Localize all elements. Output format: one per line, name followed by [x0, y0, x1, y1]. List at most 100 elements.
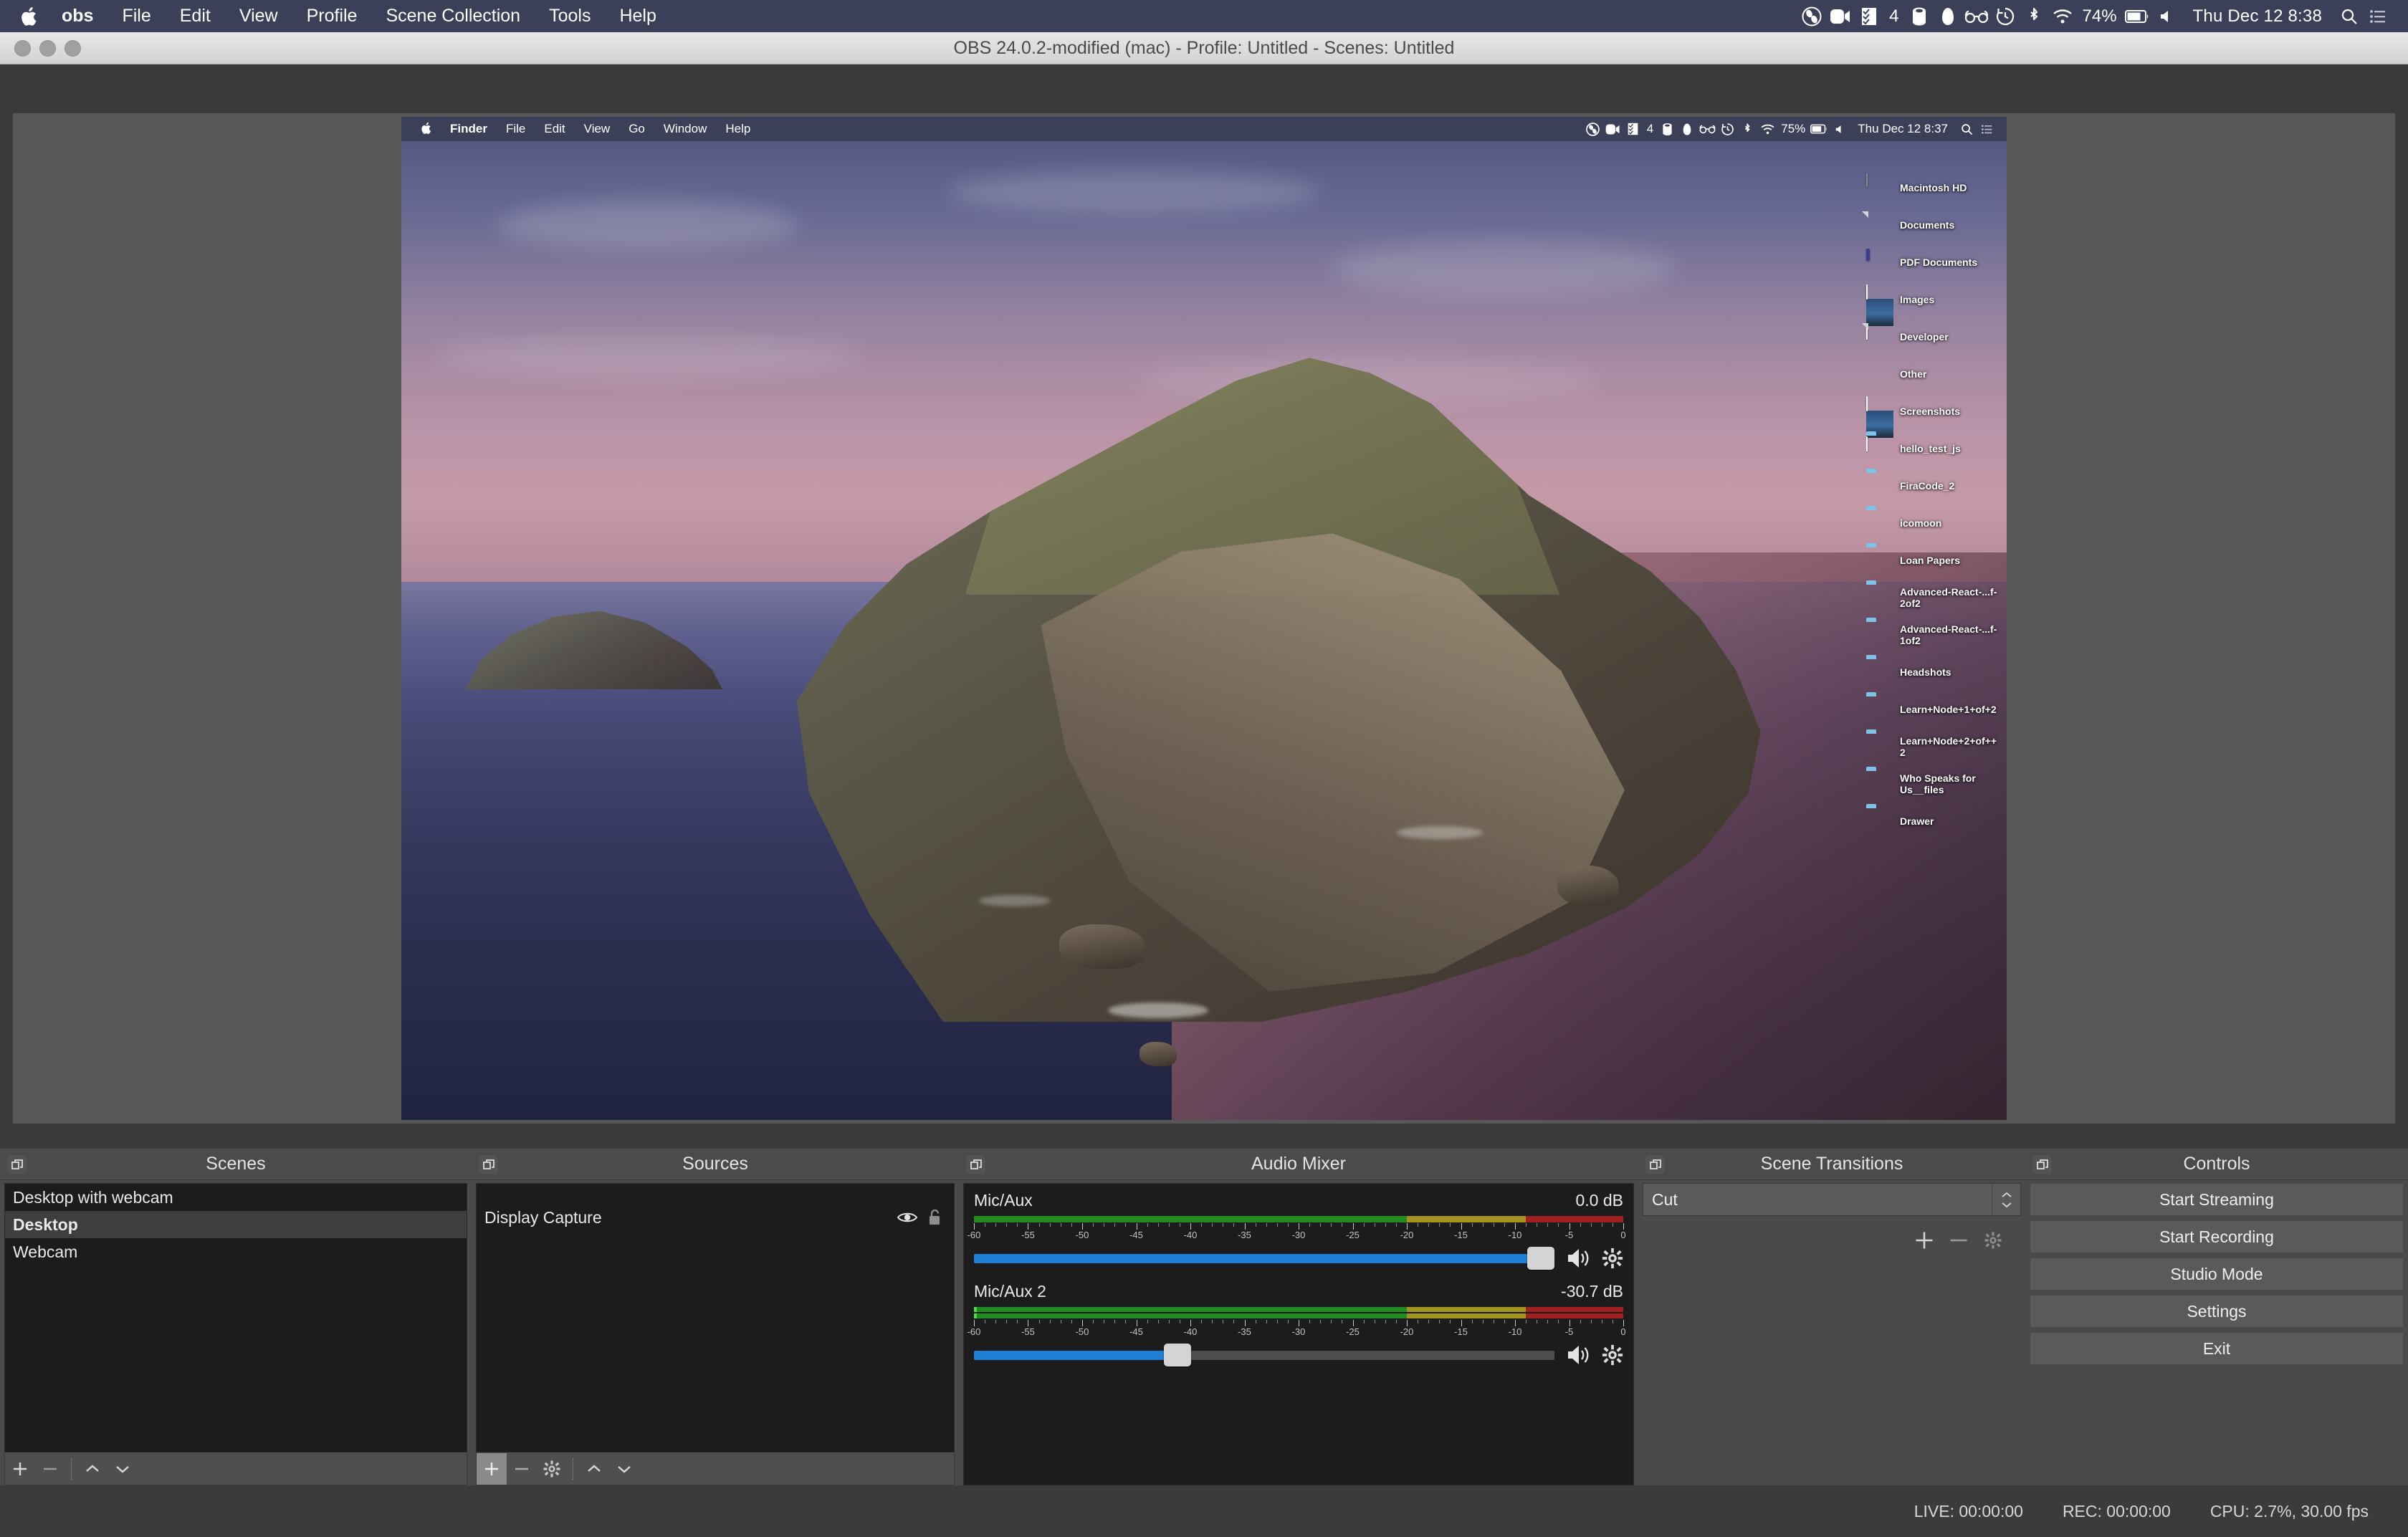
sources-list[interactable]: Display Capture	[476, 1183, 955, 1452]
float-window-icon[interactable]	[479, 1155, 498, 1174]
mac-menu-item-view[interactable]: View	[225, 0, 292, 32]
move-scene-up-button[interactable]	[77, 1453, 108, 1485]
float-window-icon[interactable]	[7, 1155, 27, 1174]
desktop-icon-learn-node-1of2[interactable]: Learn+Node+1+of+2	[1866, 694, 1998, 724]
meter-tick-minor	[1266, 1223, 1267, 1227]
meter-tick-label: -40	[1183, 1326, 1198, 1337]
float-window-icon[interactable]	[2032, 1155, 2052, 1174]
desktop-icon-label: Advanced-React-...f-1of2	[1900, 623, 1997, 646]
glasses-icon[interactable]	[1962, 0, 1991, 32]
scenes-dock-title: Scenes	[0, 1149, 472, 1180]
menu-clock[interactable]: Thu Dec 12 8:38	[2180, 6, 2335, 27]
gear-icon[interactable]	[1602, 1248, 1623, 1269]
list-item[interactable]: Desktop with webcam	[5, 1184, 467, 1211]
mac-menu-item-file[interactable]: File	[108, 0, 165, 32]
mac-menu-item-help[interactable]: Help	[605, 0, 670, 32]
speaker-icon[interactable]	[1566, 1344, 1592, 1366]
meter-tick-minor	[1038, 1320, 1040, 1323]
desktop-icon-headshots[interactable]: Headshots	[1866, 657, 1998, 687]
apple-logo-icon[interactable]	[20, 6, 37, 27]
dropbox-icon[interactable]	[1934, 0, 1962, 32]
wifi-icon[interactable]	[2048, 0, 2077, 32]
source-properties-button[interactable]	[537, 1453, 567, 1485]
unlock-icon[interactable]	[927, 1209, 942, 1226]
move-source-down-button[interactable]	[609, 1453, 639, 1485]
chevron-updown-icon[interactable]	[1992, 1184, 2020, 1215]
meter-tick-minor	[1168, 1320, 1170, 1323]
obs-icon[interactable]	[1797, 0, 1826, 32]
meter-tick-label: -25	[1346, 1230, 1360, 1240]
desktop-icon-developer[interactable]: Developer	[1866, 322, 1998, 352]
scenes-list[interactable]: Desktop with webcam Desktop Webcam	[4, 1183, 467, 1452]
sea-foam	[1107, 1002, 1208, 1019]
captured-wifi-icon	[1757, 117, 1777, 141]
obs-title-bar[interactable]: OBS 24.0.2-modified (mac) - Profile: Unt…	[0, 32, 2408, 64]
control-center-icon[interactable]	[2364, 0, 2392, 32]
mac-menu-item-scene-collection[interactable]: Scene Collection	[371, 0, 535, 32]
desktop-icon-drawer[interactable]: Drawer	[1866, 806, 1998, 836]
list-item[interactable]: Desktop	[5, 1211, 467, 1238]
move-source-up-button[interactable]	[579, 1453, 609, 1485]
remove-scene-button[interactable]	[35, 1453, 65, 1485]
add-transition-button[interactable]	[1909, 1225, 1939, 1256]
volume-slider[interactable]	[974, 1246, 1554, 1270]
start-streaming-button[interactable]: Start Streaming	[2030, 1183, 2404, 1216]
gear-icon[interactable]	[1602, 1344, 1623, 1366]
captured-menu-item-window: Window	[663, 122, 707, 135]
headland-cliff	[1041, 533, 1625, 992]
desktop-icon-loan-papers[interactable]: Loan Papers	[1866, 545, 1998, 575]
desktop-icon-pdf-documents[interactable]: PDF Documents	[1866, 247, 1998, 277]
desktop-icon-learn-node-2of2[interactable]: Learn+Node+2+of++2	[1866, 732, 1998, 762]
meter-tick-minor	[1395, 1223, 1397, 1227]
meter-tick-label: -30	[1291, 1326, 1306, 1337]
add-source-button[interactable]	[477, 1452, 507, 1485]
desktop-icon-macintosh-hd[interactable]: Macintosh HD	[1866, 173, 1998, 203]
battery-icon[interactable]	[2123, 0, 2151, 32]
transition-properties-button[interactable]	[1978, 1225, 2008, 1256]
desktop-icon-firacode-2[interactable]: FiraCode_2	[1866, 471, 1998, 501]
exit-button[interactable]: Exit	[2030, 1332, 2404, 1365]
slider-handle[interactable]	[1527, 1247, 1554, 1270]
desktop-icon-other[interactable]: Other	[1866, 359, 1998, 389]
float-window-icon[interactable]	[966, 1155, 985, 1174]
preview-canvas[interactable]: Finder File Edit View Go Window Help 4 7…	[13, 113, 2395, 1124]
remove-transition-button[interactable]	[1944, 1225, 1974, 1256]
desktop-icon-documents[interactable]: Documents	[1866, 210, 1998, 240]
meter-tick-minor	[1471, 1223, 1473, 1227]
desktop-icon-screenshots[interactable]: Screenshots	[1866, 396, 1998, 451]
mac-menu-item-profile[interactable]: Profile	[292, 0, 372, 32]
camera-icon[interactable]	[1826, 0, 1855, 32]
slider-handle[interactable]	[1163, 1344, 1191, 1366]
mac-menu-item-tools[interactable]: Tools	[535, 0, 605, 32]
speaker-icon[interactable]	[1566, 1247, 1592, 1270]
volume-icon[interactable]	[2151, 0, 2180, 32]
mac-menu-item-obs[interactable]: obs	[47, 0, 108, 32]
move-scene-down-button[interactable]	[108, 1453, 138, 1485]
studio-mode-button[interactable]: Studio Mode	[2030, 1258, 2404, 1291]
remove-source-button[interactable]	[507, 1453, 537, 1485]
start-recording-button[interactable]: Start Recording	[2030, 1220, 2404, 1253]
list-item[interactable]: Webcam	[5, 1238, 467, 1265]
checklist-icon[interactable]	[1855, 0, 1883, 32]
desktop-icon-icomoon[interactable]: icomoon	[1866, 508, 1998, 538]
bluetooth-icon[interactable]	[2020, 0, 2048, 32]
desktop-icon-images[interactable]: Images	[1866, 284, 1998, 340]
search-icon[interactable]	[2335, 0, 2364, 32]
transition-select[interactable]: Cut	[1643, 1183, 2021, 1216]
eye-icon[interactable]	[897, 1210, 917, 1225]
volume-slider[interactable]	[974, 1343, 1554, 1367]
cylinder-icon[interactable]	[1905, 0, 1934, 32]
desktop-icon-label: Learn+Node+1+of+2	[1900, 704, 1997, 715]
timemachine-icon[interactable]	[1991, 0, 2020, 32]
settings-button[interactable]: Settings	[2030, 1295, 2404, 1328]
desktop-icon-who-speaks-for-us-files[interactable]: Who Speaks for Us__files	[1866, 769, 1998, 799]
desktop-icon-advanced-react-1of2[interactable]: Advanced-React-...f-1of2	[1866, 620, 1998, 650]
mac-menu-item-edit[interactable]: Edit	[166, 0, 225, 32]
desktop-icon-hello-test-js[interactable]: hello_test_js	[1866, 434, 1998, 464]
add-scene-button[interactable]	[5, 1453, 35, 1485]
float-window-icon[interactable]	[1645, 1155, 1665, 1174]
volume-controls	[1554, 1344, 1623, 1366]
list-item[interactable]: Display Capture	[477, 1204, 954, 1231]
captured-menu-item-view: View	[583, 122, 611, 135]
desktop-icon-advanced-react-2of2[interactable]: Advanced-React-...f-2of2	[1866, 583, 1998, 613]
